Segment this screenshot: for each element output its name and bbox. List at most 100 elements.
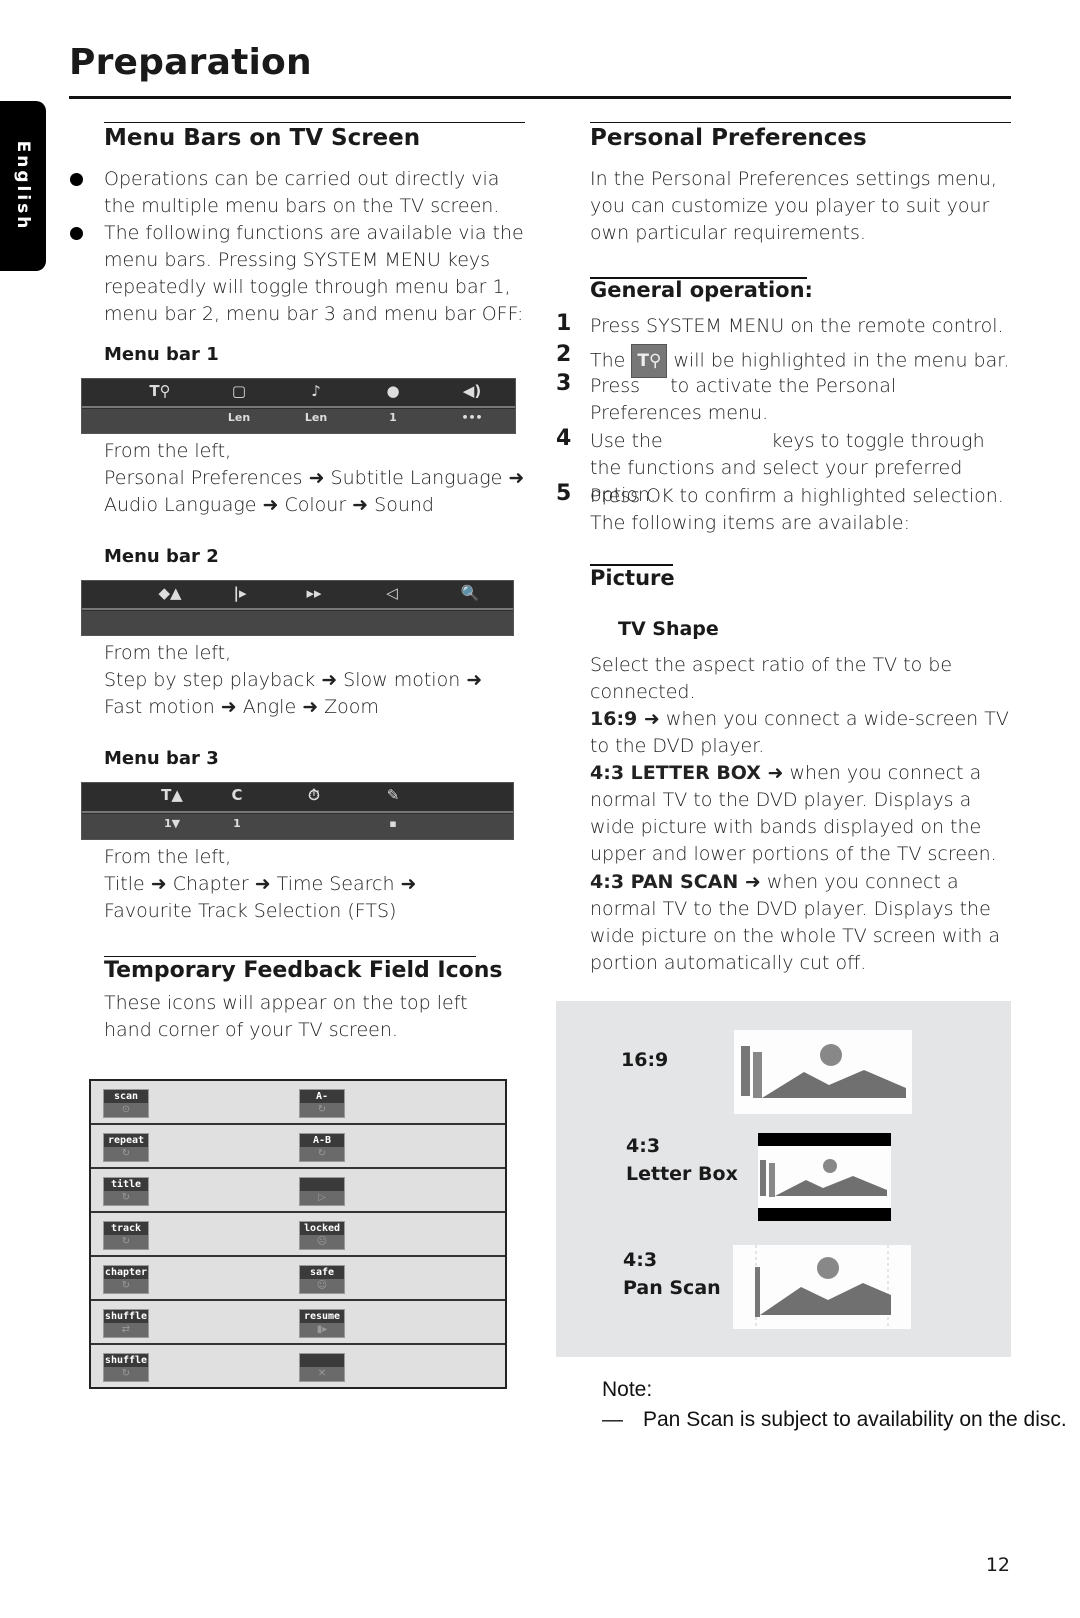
fast-motion-icon: ▸▸ bbox=[306, 584, 322, 602]
feedback-icon-label: safe bbox=[300, 1266, 344, 1279]
feedback-icons-table: scan ⊙ A- ↻ repeat ↻ A-B ↻ title ↻ ▷ track ↻ locked ☹ c… bbox=[89, 1079, 507, 1389]
feedback-icon: A-B ↻ bbox=[299, 1133, 345, 1162]
step-number: 5 bbox=[556, 481, 572, 506]
note-dash: — bbox=[602, 1408, 623, 1431]
feedback-icon-label: chapter bbox=[104, 1266, 148, 1279]
menu-bars-heading: Menu Bars on TV Screen bbox=[104, 125, 421, 151]
from-left-label: From the left, bbox=[104, 846, 232, 868]
general-operation-heading: General operation: bbox=[590, 278, 813, 302]
feedback-icon: title ↻ bbox=[103, 1177, 149, 1206]
feedback-glyph-icon: ↻ bbox=[121, 1192, 131, 1203]
feedback-icon-label: scan bbox=[104, 1090, 148, 1103]
menu-bar-2-image: ◆▲ |▸ ▸▸ ◁ 🔍 bbox=[81, 580, 514, 636]
step-number: 4 bbox=[556, 426, 572, 451]
tv-shape-intro: Select the aspect ratio of the TV to be … bbox=[590, 654, 953, 703]
page-number: 12 bbox=[985, 1554, 1010, 1576]
option-panscan: 4:3 PAN SCAN ➜ when you connect a normal… bbox=[590, 869, 1015, 977]
menu-bar-1-description: Audio Language ➜ Colour ➜ Sound bbox=[104, 494, 434, 516]
illustration-label-16-9: 16:9 bbox=[621, 1046, 668, 1074]
illustration-label: Pan Scan bbox=[623, 1277, 721, 1299]
feedback-icon: ▷ bbox=[299, 1177, 345, 1206]
tv-shape-illustration-box: 16:9 4:3 Letter Box 4:3 Pan Scan bbox=[556, 1001, 1011, 1357]
bullet-text: The following functions are available vi… bbox=[104, 222, 524, 325]
title-value: 1▼ bbox=[163, 817, 181, 830]
illustration-label: 16:9 bbox=[621, 1049, 669, 1071]
tv-shape-heading: TV Shape bbox=[618, 618, 719, 640]
option-term: 4:3 LETTER BOX ➜ bbox=[590, 762, 784, 784]
step-2-pre: The bbox=[590, 349, 626, 372]
zoom-icon: 🔍 bbox=[460, 584, 480, 602]
note-text: Pan Scan is subject to availability on t… bbox=[643, 1408, 1067, 1431]
feedback-glyph-icon: ▮▸ bbox=[316, 1324, 328, 1335]
feedback-intro: These icons will appear on the top left … bbox=[104, 992, 468, 1041]
menu-bar-3-description: Title ➜ Chapter ➜ Time Search ➜ bbox=[104, 873, 417, 895]
step-number: 2 bbox=[556, 342, 572, 367]
feedback-icon: shuffle ↻ bbox=[103, 1353, 149, 1382]
subtitle-value: Len bbox=[227, 411, 251, 424]
option-16-9: 16:9 ➜ when you connect a wide-screen TV… bbox=[590, 706, 1015, 760]
feedback-icon-label: A- bbox=[300, 1090, 344, 1103]
menu-bar-3-image: T▲ C ⏱ ✎ 1▼ 1 ▪ bbox=[81, 782, 514, 840]
option-letterbox: 4:3 LETTER BOX ➜ when you connect a norm… bbox=[590, 760, 1015, 868]
feedback-icon-label: repeat bbox=[104, 1134, 148, 1147]
menu-bar-1-label: Menu bar 1 bbox=[104, 344, 219, 365]
chapter-icon: C bbox=[231, 786, 243, 804]
feedback-icon: shuffle ⇄ bbox=[103, 1309, 149, 1338]
feedback-glyph-icon: ↻ bbox=[121, 1148, 131, 1159]
option-term: 4:3 PAN SCAN ➜ bbox=[590, 871, 761, 893]
picture-heading: Picture bbox=[590, 566, 675, 590]
subtitle-icon: ▢ bbox=[231, 382, 247, 400]
from-left-label: From the left, bbox=[104, 642, 232, 664]
personal-preferences-icon: T⚲ bbox=[149, 382, 171, 400]
section-divider bbox=[104, 122, 525, 123]
slow-motion-icon: |▸ bbox=[233, 584, 247, 602]
step-2-post: will be highlighted in the menu bar. bbox=[673, 349, 1010, 372]
bullet-icon bbox=[70, 227, 83, 240]
feedback-table-row: shuffle ↻ ✕ bbox=[91, 1345, 505, 1387]
personal-preferences-heading: Personal Preferences bbox=[590, 125, 867, 151]
title-icon: T▲ bbox=[161, 786, 183, 804]
feedback-icon: track ↻ bbox=[103, 1221, 149, 1250]
language-tab: English bbox=[0, 101, 46, 271]
menu-bar-2-description: Step by step playback ➜ Slow motion ➜ bbox=[104, 669, 483, 691]
audio-value: Len bbox=[304, 411, 328, 424]
step-text: Press SYSTEM MENU on the remote control. bbox=[590, 315, 1004, 337]
personal-preferences-intro: In the Personal Preferences settings men… bbox=[590, 168, 997, 244]
menu-bar-3-label: Menu bar 3 bbox=[104, 748, 219, 769]
feedback-table-row: chapter ↻ safe ☺ bbox=[91, 1257, 505, 1301]
feedback-glyph-icon: ↻ bbox=[121, 1236, 131, 1247]
step-text: Press to activate the Personal Preferenc… bbox=[590, 375, 903, 424]
feedback-icon: repeat ↻ bbox=[103, 1133, 149, 1162]
from-left-label: From the left, bbox=[104, 440, 232, 462]
feedback-icon-label: locked bbox=[300, 1222, 344, 1235]
language-tab-label: English bbox=[13, 140, 33, 232]
page-title: Preparation bbox=[69, 42, 312, 83]
feedback-icon: locked ☹ bbox=[299, 1221, 345, 1250]
time-search-icon: ⏱ bbox=[308, 786, 320, 804]
feedback-icon-label: resume bbox=[300, 1310, 344, 1323]
fts-value: ▪ bbox=[389, 817, 397, 830]
menu-bar-2-description: Fast motion ➜ Angle ➜ Zoom bbox=[104, 696, 379, 718]
widescreen-picture-icon bbox=[734, 1030, 912, 1114]
title-divider bbox=[69, 96, 1011, 99]
illustration-label: 4:3 bbox=[626, 1135, 661, 1157]
feedback-glyph-icon: ⊙ bbox=[121, 1104, 131, 1115]
feedback-icon-label bbox=[300, 1178, 344, 1191]
feedback-icon: scan ⊙ bbox=[103, 1089, 149, 1118]
illustration-label: 4:3 bbox=[623, 1249, 658, 1271]
audio-language-icon: ♪ bbox=[311, 382, 321, 400]
feedback-table-row: shuffle ⇄ resume ▮▸ bbox=[91, 1301, 505, 1345]
feedback-glyph-icon: ⇄ bbox=[121, 1324, 131, 1335]
step-number: 3 bbox=[556, 371, 572, 396]
feedback-glyph-icon: ☹ bbox=[316, 1236, 328, 1247]
feedback-table-row: repeat ↻ A-B ↻ bbox=[91, 1125, 505, 1169]
feedback-glyph-icon: ↻ bbox=[317, 1104, 327, 1115]
sound-icon: ◀) bbox=[462, 382, 482, 400]
feedback-glyph-icon: ☺ bbox=[316, 1280, 328, 1291]
note-label: Note: bbox=[602, 1378, 653, 1401]
menu-bar-3-description: Favourite Track Selection (FTS) bbox=[104, 900, 397, 922]
feedback-table-row: track ↻ locked ☹ bbox=[91, 1213, 505, 1257]
menu-bar-2-label: Menu bar 2 bbox=[104, 546, 219, 567]
feedback-heading: Temporary Feedback Field Icons bbox=[104, 958, 503, 983]
illustration-label-panscan: 4:3 Pan Scan bbox=[623, 1246, 721, 1302]
